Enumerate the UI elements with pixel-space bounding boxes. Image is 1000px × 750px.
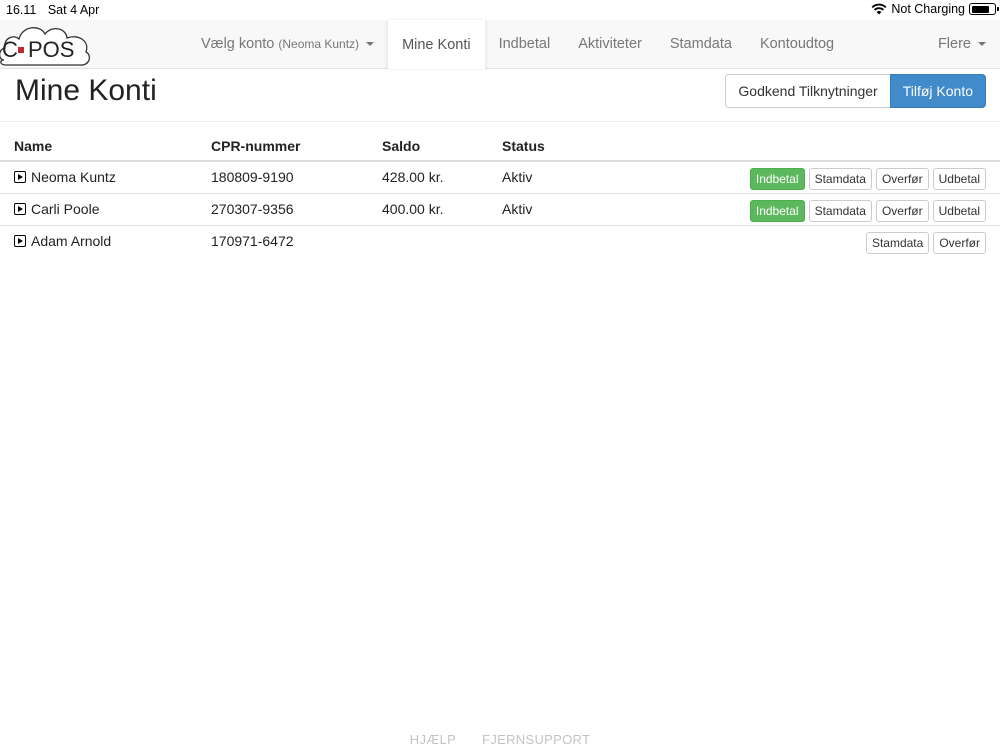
nav-more-label: Flere (937, 36, 971, 52)
column-header-saldo: Saldo (382, 138, 421, 154)
main-nav: Vælg konto (Neoma Kuntz) Mine Konti Indb… (187, 20, 848, 69)
nav-account-current: (Neoma Kuntz) (278, 37, 360, 51)
charging-status: Not Charging (891, 2, 965, 16)
account-cpr: 270307-9356 (211, 201, 294, 217)
column-header-name: Name (14, 138, 53, 154)
status-date: Sat 4 Apr (47, 3, 100, 17)
nav-account-label: Vælg konto (201, 36, 275, 52)
logo-text-c: C (2, 37, 18, 62)
battery-icon (969, 3, 999, 15)
table-row: Carli Poole 270307-9356 400.00 kr. Aktiv… (0, 194, 1000, 226)
logo-text-pos: POS (28, 37, 74, 62)
master-data-button[interactable]: Stamdata (808, 168, 872, 190)
tab-stamdata[interactable]: Stamdata (656, 20, 746, 68)
remote-support-link[interactable]: FJERNSUPPORT (482, 732, 590, 747)
expand-play-icon[interactable] (14, 235, 26, 247)
column-header-cpr: CPR-nummer (211, 138, 301, 154)
caret-down-icon (366, 42, 375, 46)
footer: HJÆLP FJERNSUPPORT (0, 732, 1000, 747)
account-name-cell[interactable]: Neoma Kuntz (14, 162, 116, 192)
account-saldo: 428.00 kr. (382, 169, 444, 185)
approve-connections-button[interactable]: Godkend Tilknytninger (725, 74, 891, 108)
transfer-button[interactable]: Overfør (875, 200, 929, 222)
tab-kontoudtog[interactable]: Kontoudtog (746, 20, 848, 68)
page-title: Mine Konti (15, 74, 157, 107)
transfer-button[interactable]: Overfør (875, 168, 929, 190)
account-name: Neoma Kuntz (31, 169, 116, 185)
expand-play-icon[interactable] (14, 203, 26, 215)
account-name-cell[interactable]: Carli Poole (14, 194, 99, 224)
master-data-button[interactable]: Stamdata (865, 232, 930, 254)
account-cpr: 170971-6472 (211, 233, 294, 249)
row-actions: Indbetal Stamdata Overfør Udbetal (749, 168, 986, 190)
account-saldo: 400.00 kr. (382, 201, 444, 217)
column-header-status: Status (502, 138, 545, 154)
table-row: Adam Arnold 170971-6472 Stamdata Overfør (0, 226, 1000, 258)
accounts-table: Name CPR-nummer Saldo Status Neoma Kuntz… (0, 131, 1000, 258)
header-button-group: Godkend Tilknytninger Tilføj Konto (725, 74, 986, 108)
caret-down-icon (978, 42, 986, 46)
withdraw-button[interactable]: Udbetal (932, 200, 986, 222)
account-status: Aktiv (502, 201, 533, 217)
wifi-icon (871, 3, 887, 15)
table-row: Neoma Kuntz 180809-9190 428.00 kr. Aktiv… (0, 162, 1000, 194)
row-actions: Indbetal Stamdata Overfør Udbetal (749, 200, 986, 222)
nav-more-dropdown[interactable]: Flere (924, 20, 1000, 68)
tab-indbetal[interactable]: Indbetal (485, 20, 565, 68)
nav-account-selector[interactable]: Vælg konto (Neoma Kuntz) (187, 20, 388, 68)
account-name: Adam Arnold (31, 233, 112, 249)
withdraw-button[interactable]: Udbetal (932, 168, 986, 190)
ios-status-bar: 16.11 Sat 4 Apr Not Charging (0, 0, 1000, 20)
deposit-button[interactable]: Indbetal (749, 168, 805, 190)
cpos-logo[interactable]: C POS (0, 20, 92, 69)
add-account-button[interactable]: Tilføj Konto (889, 74, 986, 108)
expand-play-icon[interactable] (14, 171, 26, 183)
account-name: Carli Poole (31, 201, 100, 217)
tab-aktiviteter[interactable]: Aktiviteter (564, 20, 656, 68)
help-link[interactable]: HJÆLP (410, 732, 456, 747)
tab-mine-konti[interactable]: Mine Konti (388, 20, 485, 69)
master-data-button[interactable]: Stamdata (808, 200, 872, 222)
status-time: 16.11 (6, 3, 37, 17)
table-header: Name CPR-nummer Saldo Status (0, 131, 1000, 162)
account-status: Aktiv (502, 169, 533, 185)
account-cpr: 180809-9190 (211, 169, 294, 185)
transfer-button[interactable]: Overfør (933, 232, 986, 254)
account-name-cell[interactable]: Adam Arnold (14, 226, 111, 256)
header-divider (0, 121, 1000, 122)
row-actions: Stamdata Overfør (865, 232, 986, 254)
navbar: C POS Vælg konto (Neoma Kuntz) Mine Kont… (0, 20, 1000, 69)
deposit-button[interactable]: Indbetal (749, 200, 805, 222)
